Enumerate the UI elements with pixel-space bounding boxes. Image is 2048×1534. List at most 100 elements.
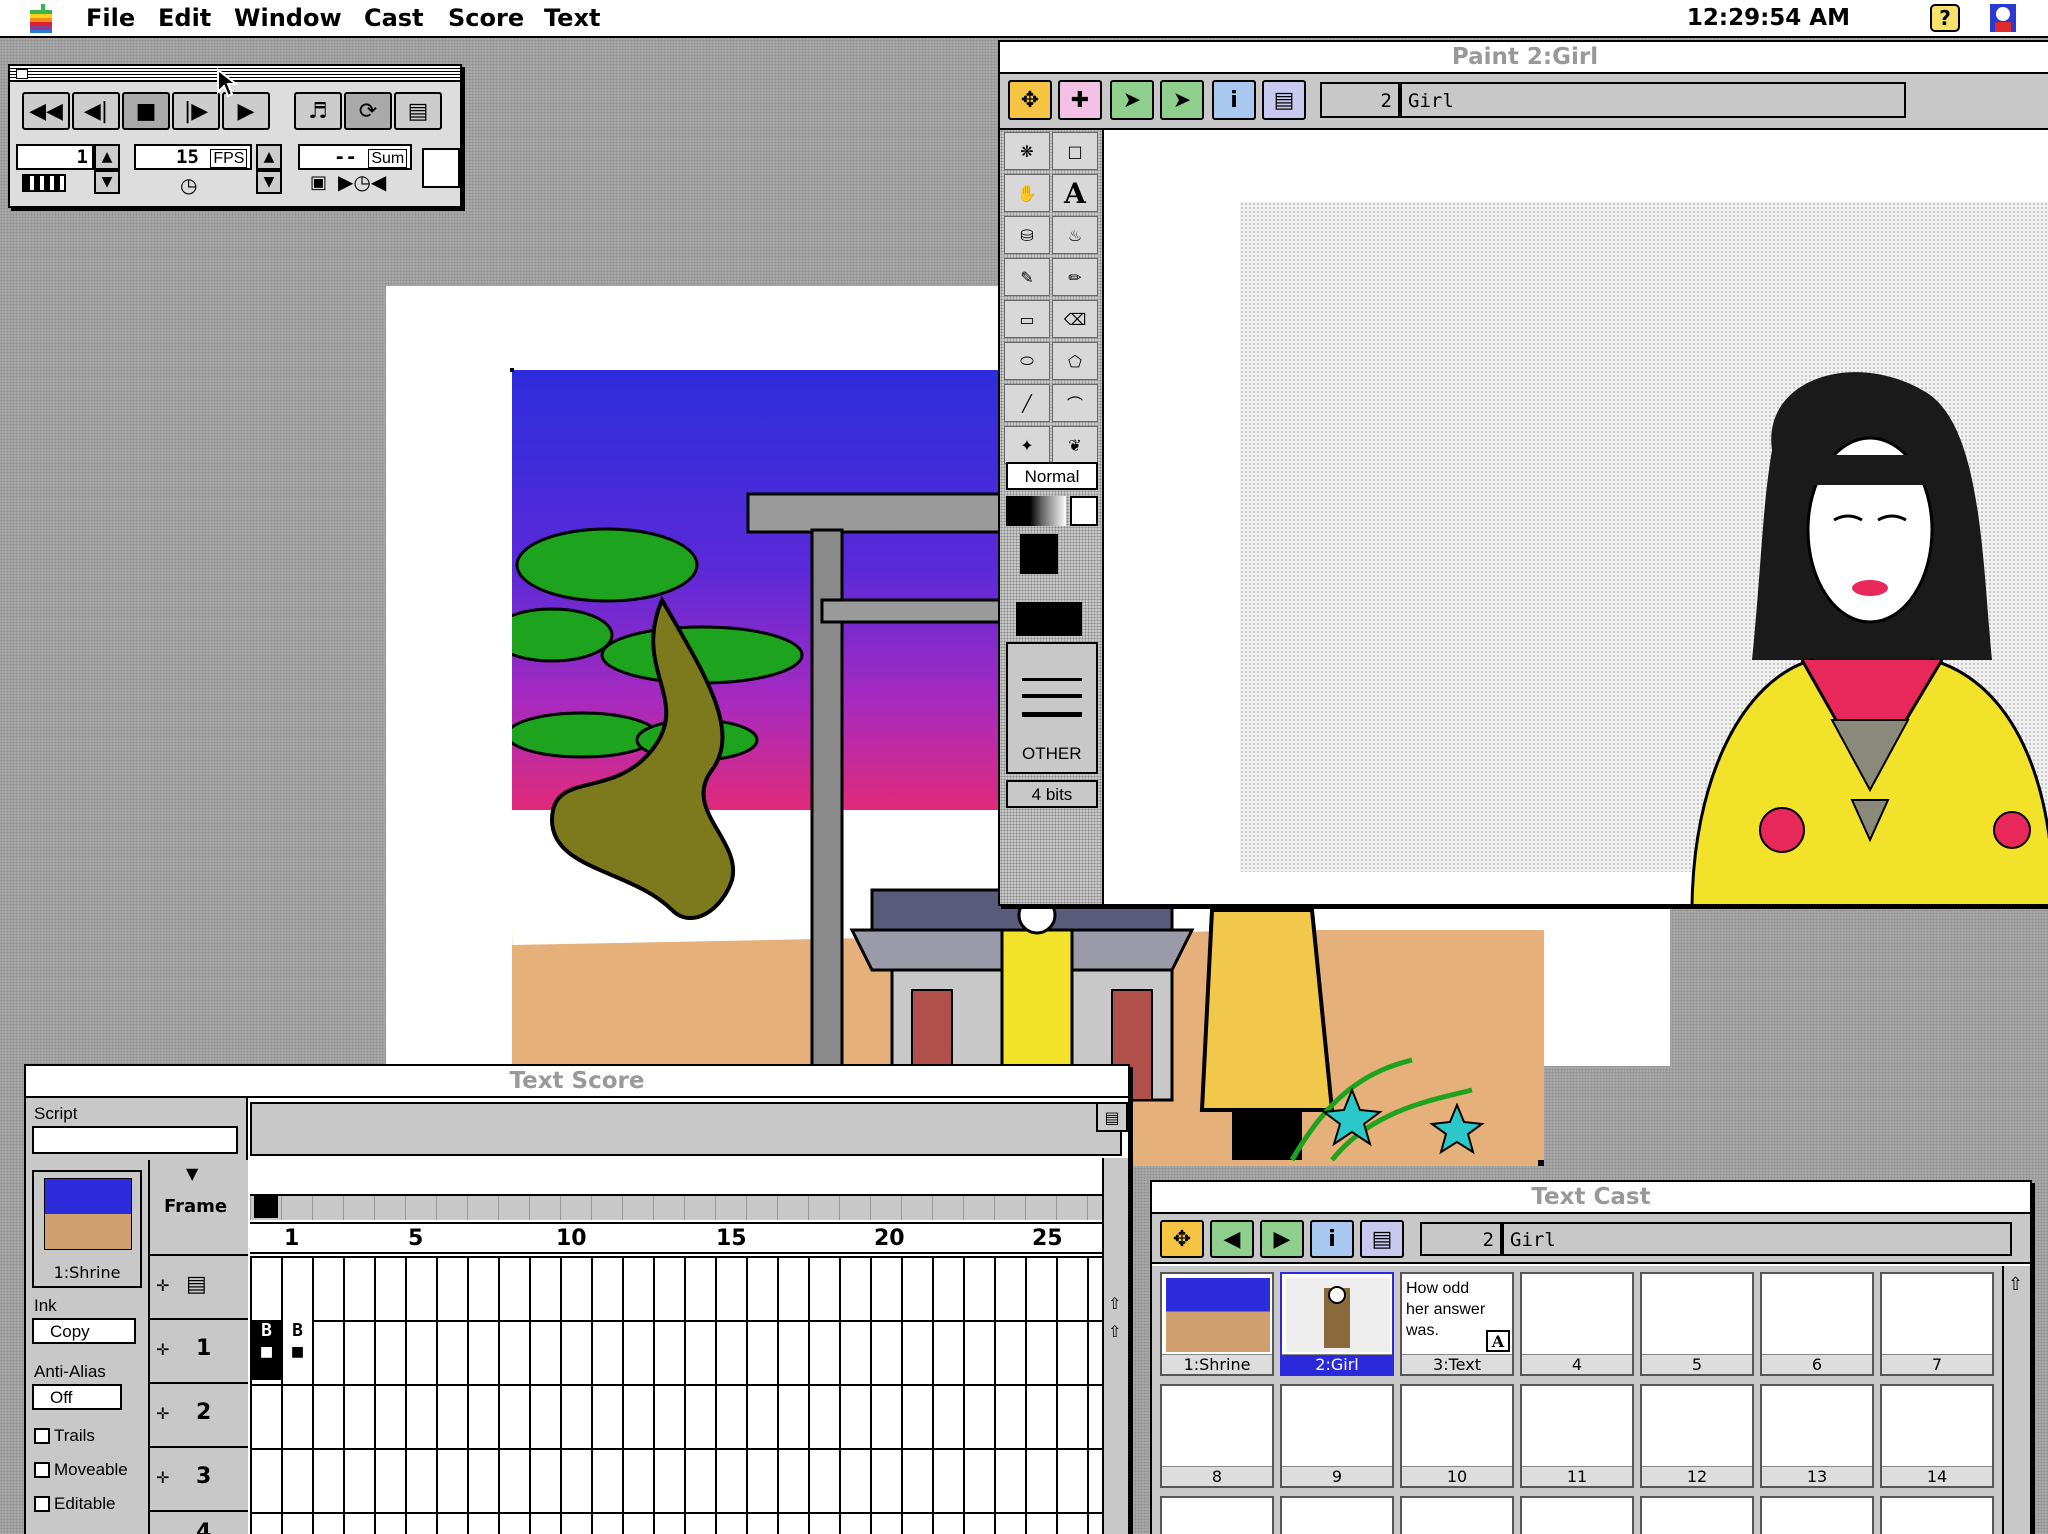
lock-icon[interactable]: ▣ — [310, 172, 327, 193]
menu-edit[interactable]: Edit — [158, 4, 211, 32]
display-popup-icon[interactable]: ▼ — [186, 1164, 198, 1183]
score-scrollbar[interactable]: ⇧ ⇧ — [1102, 1158, 1128, 1534]
cast-member-row-partial[interactable] — [1520, 1496, 1634, 1534]
sprite-cell[interactable]: B ■ — [283, 1320, 312, 1380]
menu-score[interactable]: Score — [448, 4, 524, 32]
moveable-checkbox[interactable] — [34, 1462, 50, 1478]
cast-member-10[interactable]: 10 — [1400, 1384, 1514, 1488]
cast-name-field[interactable]: Girl — [1502, 1222, 2012, 1256]
cast-info-button[interactable]: i — [1212, 80, 1256, 120]
frame-counter-field[interactable]: 1 — [16, 144, 94, 170]
cast-script-button[interactable]: ▤ — [1262, 80, 1306, 120]
antialias-popup[interactable]: Off — [32, 1384, 122, 1410]
frame-up-arrow[interactable]: ▲ — [94, 144, 120, 170]
cast-member-1[interactable]: 1:Shrine — [1160, 1272, 1274, 1376]
step-backward-button[interactable]: ◀| — [72, 92, 120, 130]
ink-mode-popup[interactable]: Normal — [1006, 462, 1098, 490]
next-cast-button[interactable]: ➤ — [1160, 80, 1204, 120]
cast-member-3[interactable]: How odd her answer was. A 3:Text — [1400, 1272, 1514, 1376]
channel-toggle-icon[interactable]: ✛ — [156, 1340, 169, 1359]
close-box[interactable] — [16, 69, 28, 79]
score-script-button[interactable]: ▤ — [1096, 1102, 1128, 1132]
stop-button[interactable]: ■ — [122, 92, 170, 130]
foreground-color-chip[interactable] — [1020, 534, 1058, 574]
line-width-selector[interactable]: OTHER — [1006, 642, 1098, 774]
cast-member-9[interactable]: 9 — [1280, 1384, 1394, 1488]
paint-cast-name[interactable]: Girl — [1400, 82, 1906, 118]
stage-color-chip[interactable] — [422, 148, 460, 188]
cast-member-8[interactable]: 8 — [1160, 1384, 1274, 1488]
apple-menu-icon[interactable] — [28, 4, 54, 34]
polygon-tool[interactable]: ⬠ — [1052, 342, 1098, 380]
previous-cast-button[interactable]: ➤ — [1110, 80, 1154, 120]
fill-pattern-chip[interactable] — [1016, 602, 1082, 636]
cast-member-5[interactable]: 5 — [1640, 1272, 1754, 1376]
channel-header-1[interactable]: ✛ 1 — [150, 1318, 248, 1382]
eyedropper-tool[interactable]: ❦ — [1052, 426, 1098, 464]
editable-checkbox[interactable] — [34, 1496, 50, 1512]
cast-scrollbar[interactable]: ⇧ — [2002, 1266, 2030, 1534]
channel-header-2[interactable]: ✛ 2 — [150, 1382, 248, 1446]
ellipse-tool[interactable]: ⬭ — [1004, 342, 1050, 380]
menu-cast[interactable]: Cast — [364, 4, 424, 32]
channel-header-3[interactable]: ✛ 3 — [150, 1446, 248, 1510]
tempo-up-arrow[interactable]: ▲ — [256, 144, 282, 170]
channel-toggle-icon[interactable]: ✛ — [156, 1468, 169, 1487]
scroll-up-arrow-icon[interactable]: ⇧ — [1108, 1294, 1121, 1313]
text-tool[interactable]: A — [1052, 174, 1098, 212]
cast-member-4[interactable]: 4 — [1520, 1272, 1634, 1376]
score-title-bar[interactable]: Text Score — [26, 1066, 1128, 1098]
application-icon[interactable] — [1986, 2, 2020, 34]
place-button[interactable]: ✥ — [1008, 80, 1052, 120]
cast-member-row-partial[interactable] — [1160, 1496, 1274, 1534]
air-brush-tool[interactable]: ♨ — [1052, 216, 1098, 254]
line-tool[interactable]: ╱ — [1004, 384, 1050, 422]
cast-member-row-partial[interactable] — [1640, 1496, 1754, 1534]
cast-info-button[interactable]: i — [1310, 1220, 1354, 1258]
cast-place-button[interactable]: ✥ — [1160, 1220, 1204, 1258]
brush-tool[interactable]: ✎ — [1004, 258, 1050, 296]
cast-member-row-partial[interactable] — [1760, 1496, 1874, 1534]
sprite-cell[interactable]: B ■ — [252, 1320, 281, 1380]
hand-tool[interactable]: ✋ — [1004, 174, 1050, 212]
scroll-up-arrow-icon[interactable]: ⇧ — [1108, 1322, 1121, 1341]
cast-title-bar[interactable]: Text Cast — [1152, 1182, 2030, 1214]
marquee-tool[interactable]: □ — [1052, 132, 1098, 170]
menu-file[interactable]: File — [86, 4, 135, 32]
menu-text[interactable]: Text — [544, 4, 600, 32]
help-icon[interactable]: ? — [1930, 4, 1960, 32]
tempo-field[interactable]: 15 FPS — [134, 144, 252, 170]
pattern-chip[interactable] — [1070, 496, 1098, 526]
selection-handle[interactable] — [1538, 1160, 1544, 1166]
channel-header-4[interactable]: 4 — [150, 1510, 248, 1534]
cast-member-7[interactable]: 7 — [1880, 1272, 1994, 1376]
scroll-up-arrow-icon[interactable]: ⇧ — [2008, 1274, 2023, 1295]
rectangle-tool[interactable]: ▭ — [1004, 300, 1050, 338]
playback-head-row[interactable] — [250, 1194, 1120, 1220]
cast-member-2[interactable]: 2:Girl — [1280, 1272, 1394, 1376]
script-field[interactable] — [32, 1126, 238, 1154]
cast-member-row-partial[interactable] — [1400, 1496, 1514, 1534]
volume-button[interactable]: ♬ — [294, 92, 342, 130]
script-channel-header[interactable]: ✛ ▤ — [150, 1254, 248, 1318]
cast-member-11[interactable]: 11 — [1520, 1384, 1634, 1488]
ink-popup[interactable]: Copy — [32, 1318, 136, 1344]
menu-window[interactable]: Window — [234, 4, 342, 32]
cast-member-14[interactable]: 14 — [1880, 1384, 1994, 1488]
selected-cast-thumb[interactable]: 1:Shrine — [32, 1170, 142, 1288]
selected-frames-button[interactable]: ▤ — [394, 92, 442, 130]
selection-handle[interactable] — [510, 368, 514, 372]
cast-member-13[interactable]: 13 — [1760, 1384, 1874, 1488]
channel-toggle-icon[interactable]: ✛ — [156, 1404, 169, 1423]
frame-display-icon[interactable] — [22, 174, 66, 192]
sum-label[interactable]: Sum — [368, 149, 408, 168]
frame-down-arrow[interactable]: ▼ — [94, 170, 120, 194]
cast-member-6[interactable]: 6 — [1760, 1272, 1874, 1376]
color-depth-button[interactable]: 4 bits — [1006, 780, 1098, 808]
trails-checkbox[interactable] — [34, 1428, 50, 1444]
paint-bucket-tool[interactable]: ⛁ — [1004, 216, 1050, 254]
cast-script-button[interactable]: ▤ — [1360, 1220, 1404, 1258]
score-grid[interactable] — [250, 1256, 1102, 1534]
rewind-button[interactable]: ◀◀ — [22, 92, 70, 130]
registration-tool[interactable]: ✦ — [1004, 426, 1050, 464]
